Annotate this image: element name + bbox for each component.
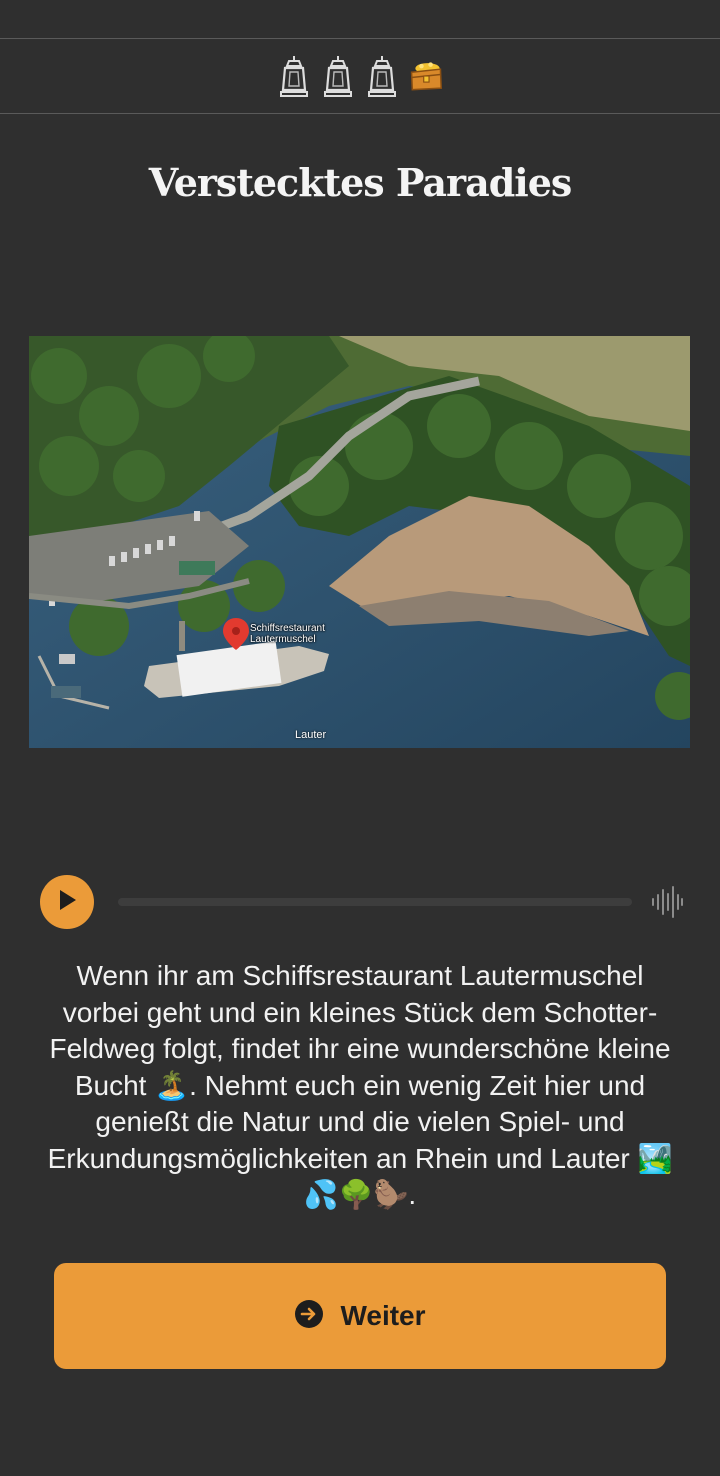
- next-button-label: Weiter: [340, 1300, 426, 1331]
- lantern-icon: [363, 53, 401, 99]
- arrow-right-circle-icon: [294, 1299, 324, 1334]
- next-button[interactable]: Weiter: [54, 1263, 666, 1369]
- waveform-icon: [650, 885, 684, 919]
- page-title: Verstecktes Paradies: [148, 160, 573, 205]
- lantern-icon: [275, 53, 313, 99]
- satellite-map[interactable]: Schiffsrestaurant Lautermuschel Lauter: [29, 336, 690, 748]
- lantern-icon: [319, 53, 357, 99]
- play-icon: [57, 889, 77, 916]
- header-divider: [0, 113, 720, 114]
- treasure-chest-icon: [407, 53, 445, 99]
- map-river-label: Lauter: [295, 729, 327, 741]
- description-text: Wenn ihr am Schiffsrestaurant Lautermusc…: [47, 960, 673, 1210]
- play-button[interactable]: [40, 875, 94, 929]
- map-marker-label: Schiffsrestaurant Lautermuschel: [250, 623, 325, 645]
- quest-progress: [0, 39, 720, 113]
- audio-progress-track[interactable]: [118, 898, 632, 906]
- audio-player: [40, 875, 685, 929]
